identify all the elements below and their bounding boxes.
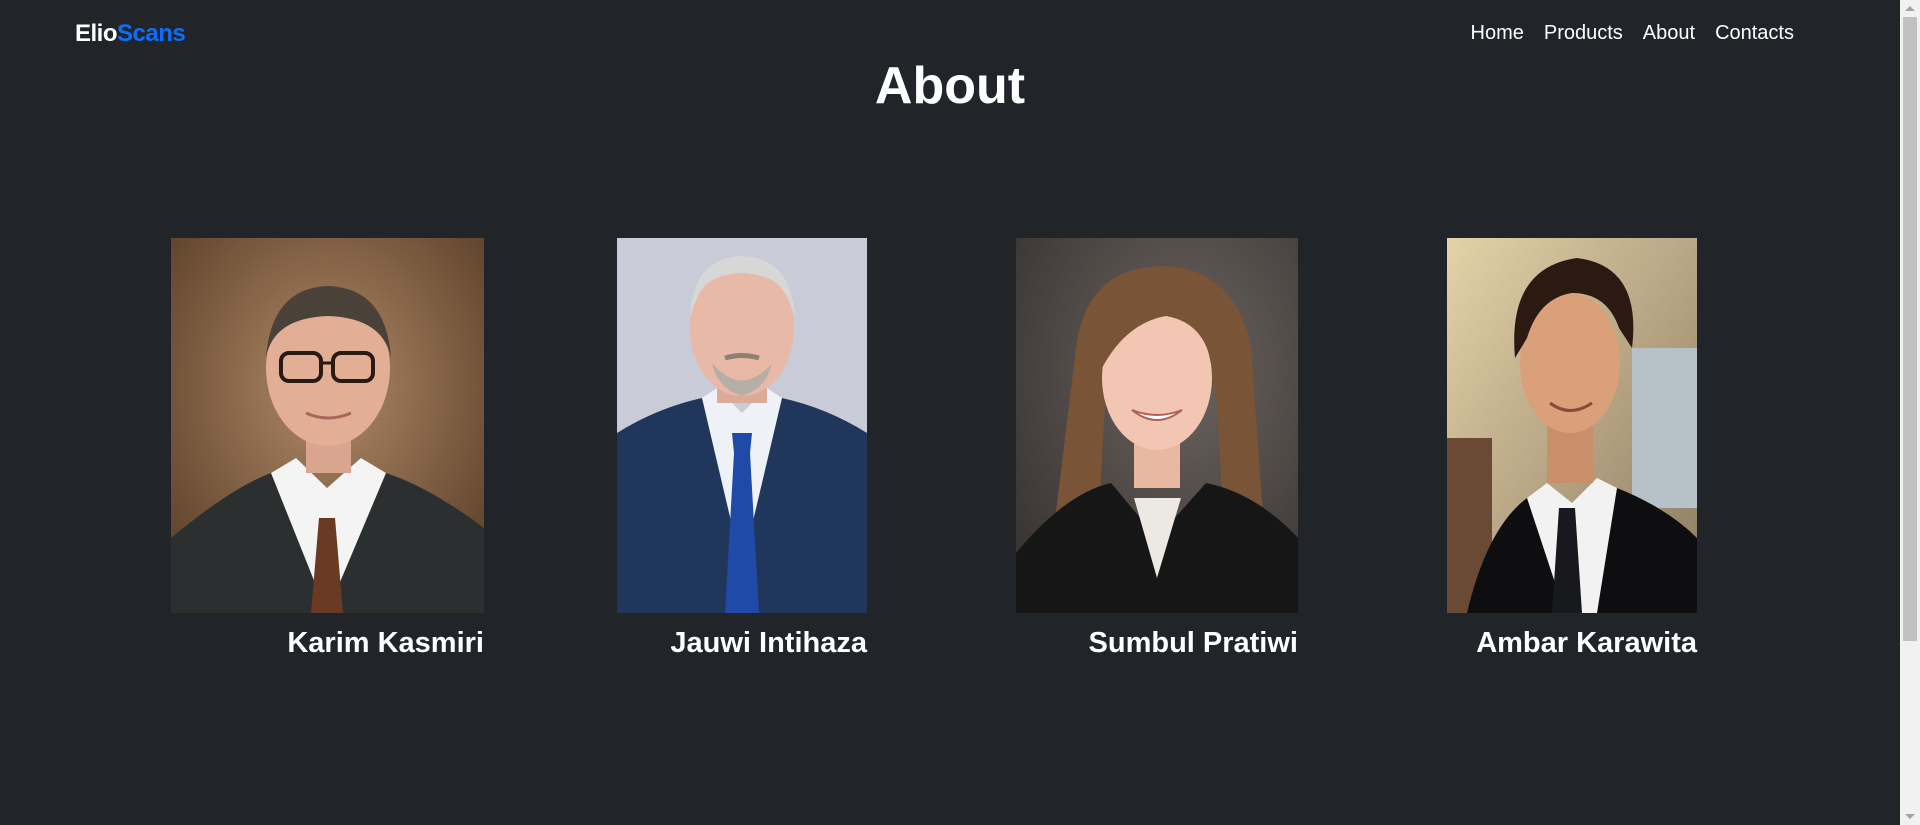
nav-link-contacts[interactable]: Contacts	[1715, 22, 1794, 45]
nav-links: Home Products About Contacts	[1471, 22, 1795, 45]
team-member-photo	[1016, 238, 1298, 613]
team-member-card: Jauwi Intihaza	[617, 238, 867, 660]
team-member-photo	[617, 238, 867, 613]
brand-logo[interactable]: ElioScans	[75, 20, 186, 48]
nav-link-home[interactable]: Home	[1471, 22, 1524, 45]
team-member-card: Sumbul Pratiwi	[1016, 238, 1298, 660]
team-member-card: Ambar Karawita	[1447, 238, 1697, 660]
team-member-card: Karim Kasmiri	[171, 238, 484, 660]
nav-link-about[interactable]: About	[1643, 22, 1695, 45]
team-member-photo	[171, 238, 484, 613]
team-member-name: Jauwi Intihaza	[670, 627, 867, 659]
team-member-photo	[1447, 238, 1697, 613]
team-member-name: Sumbul Pratiwi	[1088, 627, 1298, 659]
vertical-scrollbar[interactable]	[1900, 0, 1920, 825]
about-page: ElioScans Home Products About Contacts A…	[0, 0, 1920, 825]
team-member-name: Karim Kasmiri	[287, 627, 484, 659]
brand-name-part1: Elio	[75, 20, 118, 47]
nav-link-products[interactable]: Products	[1544, 22, 1623, 45]
scroll-up-arrow-icon[interactable]	[1905, 6, 1915, 11]
scrollbar-thumb[interactable]	[1903, 17, 1917, 641]
team-member-name: Ambar Karawita	[1476, 627, 1697, 659]
scroll-down-arrow-icon[interactable]	[1905, 814, 1915, 819]
brand-name-part2: Scans	[117, 20, 186, 47]
page-title: About	[874, 57, 1026, 115]
